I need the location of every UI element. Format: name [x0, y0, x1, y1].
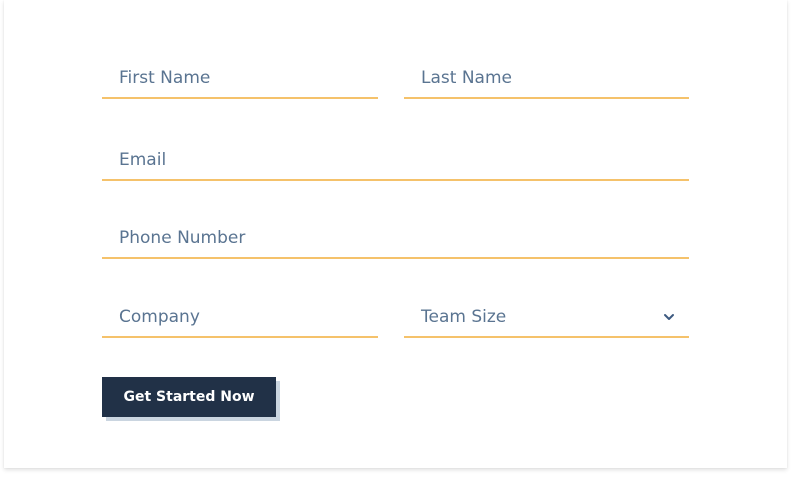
last-name-input[interactable]	[404, 59, 689, 97]
get-started-now-button[interactable]: Get Started Now	[102, 377, 276, 417]
email-field[interactable]	[102, 141, 689, 181]
last-name-field[interactable]	[404, 59, 689, 99]
phone-number-field[interactable]	[102, 219, 689, 259]
chevron-down-icon[interactable]	[663, 311, 675, 323]
team-size-select[interactable]: Team Size	[404, 298, 689, 338]
email-input[interactable]	[102, 141, 689, 179]
company-input[interactable]	[102, 298, 378, 336]
first-name-input[interactable]	[102, 59, 378, 97]
team-size-selected-value: Team Size	[421, 307, 507, 327]
first-name-field[interactable]	[102, 59, 378, 99]
phone-number-input[interactable]	[102, 219, 689, 257]
company-field[interactable]	[102, 298, 378, 338]
